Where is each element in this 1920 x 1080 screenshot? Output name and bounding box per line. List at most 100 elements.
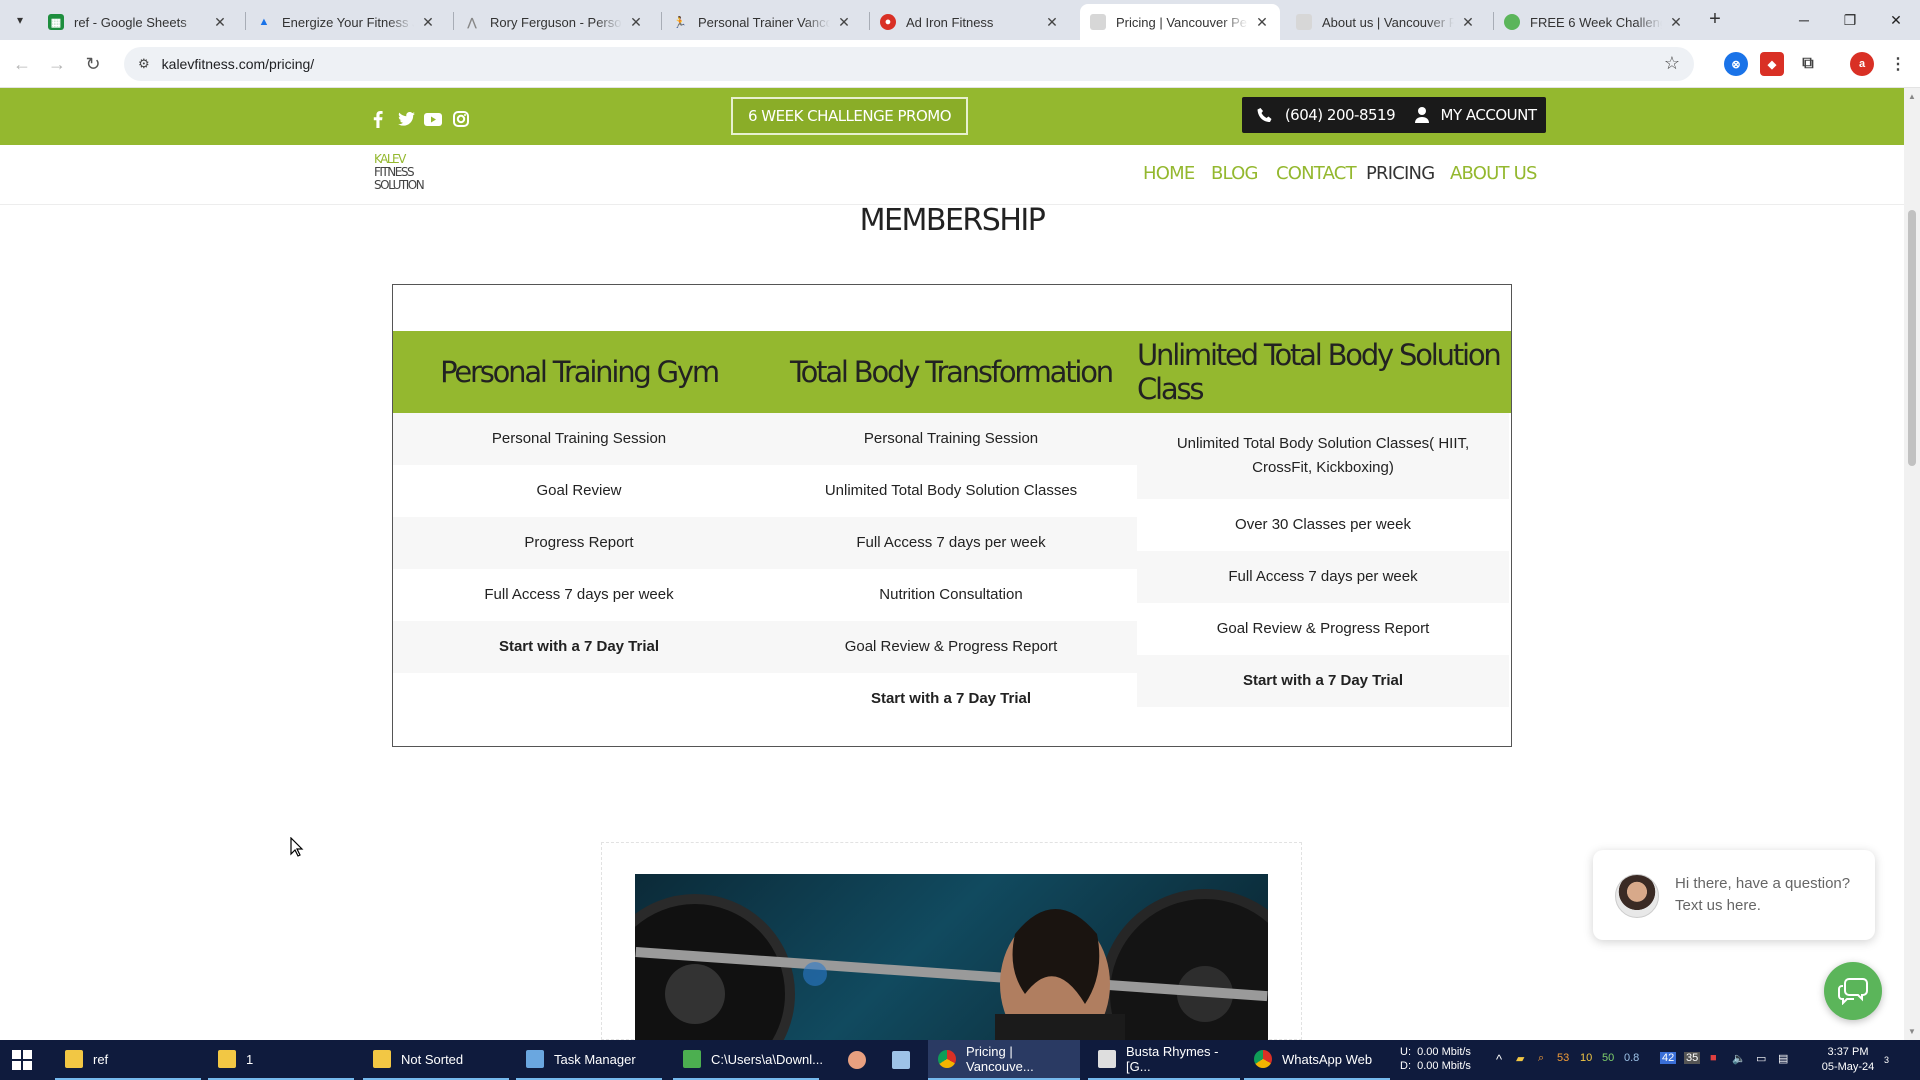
tab-google-sheets[interactable]: ▦ ref - Google Sheets ✕: [38, 4, 238, 40]
tab-title: Pricing | Vancouver Perso: [1116, 14, 1248, 30]
tray-number: 10: [1580, 1052, 1593, 1064]
tab-title: FREE 6 Week Challenge -: [1530, 14, 1662, 30]
youtube-icon[interactable]: [423, 109, 443, 129]
taskbar-chrome-pricing[interactable]: Pricing | Vancouve...: [928, 1040, 1080, 1080]
plan-feature: Full Access 7 days per week: [484, 586, 674, 603]
nav-blog[interactable]: BLOG: [1211, 163, 1258, 184]
profile-avatar[interactable]: a: [1850, 52, 1874, 76]
minimize-button[interactable]: ─: [1782, 6, 1826, 34]
address-bar[interactable]: ⚙ kalevfitness.com/pricing/ ☆: [124, 47, 1694, 81]
page-scrollbar[interactable]: ▲ ▼: [1904, 88, 1920, 1040]
six-week-challenge-promo-button[interactable]: 6 WEEK CHALLENGE PROMO: [731, 97, 968, 135]
plan-trial-link[interactable]: Start with a 7 Day Trial: [1137, 655, 1509, 707]
tab-energize-fitness[interactable]: ▲ Energize Your Fitness Jour ✕: [246, 4, 446, 40]
sheets-icon: ▦: [48, 14, 64, 30]
volume-icon[interactable]: 🔈: [1732, 1052, 1746, 1065]
avatar: [1615, 874, 1659, 918]
close-tab-icon[interactable]: ✕: [1668, 14, 1684, 31]
promo-label: 6 WEEK CHALLENGE PROMO: [747, 107, 952, 125]
close-tab-icon[interactable]: ✕: [212, 14, 228, 31]
tab-title: Personal Trainer Vancouve: [698, 14, 830, 30]
kalev-fitness-logo[interactable]: KALEV FITNESS SOLUTION: [374, 153, 425, 192]
phone-button[interactable]: (604) 200-8519: [1242, 97, 1410, 133]
scroll-down-icon[interactable]: ▼: [1908, 1027, 1916, 1036]
notification-center-icon[interactable]: 3: [1884, 1050, 1889, 1066]
taskbar-folder-1[interactable]: 1: [208, 1040, 354, 1080]
plan-trial-link[interactable]: Start with a 7 Day Trial: [393, 621, 765, 673]
clock-date: 05-May-24: [1821, 1061, 1875, 1073]
tab-ad-iron-fitness[interactable]: ● Ad Iron Fitness ✕: [870, 4, 1070, 40]
folder-icon: [218, 1050, 236, 1068]
battery-icon[interactable]: ▭: [1756, 1052, 1766, 1065]
chat-open-button[interactable]: [1824, 962, 1882, 1020]
notepad-icon: [683, 1050, 701, 1068]
url-text: kalevfitness.com/pricing/: [161, 56, 315, 72]
plan-column-unlimited-class: Unlimited Total Body Solution Classes( H…: [1137, 413, 1509, 707]
close-tab-icon[interactable]: ✕: [420, 14, 436, 31]
chat-message: Hi there, have a question? Text us here.: [1675, 875, 1851, 914]
search-icon[interactable]: ⌕: [1538, 1052, 1544, 1065]
tray-number: 0.8: [1624, 1052, 1640, 1064]
plan-column-personal-training-gym: Personal Training Session Goal Review Pr…: [393, 413, 765, 673]
nav-contact[interactable]: CONTACT: [1276, 163, 1357, 184]
facebook-icon[interactable]: [368, 109, 388, 129]
windows-start-icon[interactable]: [12, 1050, 32, 1070]
scroll-up-icon[interactable]: ▲: [1908, 92, 1916, 101]
taskbar-winamp[interactable]: Busta Rhymes - [G...: [1088, 1040, 1240, 1080]
shield-extension-icon[interactable]: ◆: [1760, 52, 1784, 76]
back-button[interactable]: ←: [8, 50, 36, 78]
tab-search-icon[interactable]: ▾: [8, 8, 32, 32]
forward-button[interactable]: →: [43, 50, 71, 78]
tab-about-us[interactable]: About us | Vancouver Per ✕: [1286, 4, 1486, 40]
twitter-icon[interactable]: [396, 109, 416, 129]
plan-name: Personal Training Gym: [440, 355, 720, 389]
tab-title: Energize Your Fitness Jour: [282, 14, 414, 30]
reload-button[interactable]: ↻: [79, 50, 107, 78]
close-window-button[interactable]: ✕: [1874, 6, 1918, 34]
folder-icon: [373, 1050, 391, 1068]
tray-alert-icon[interactable]: ■: [1710, 1052, 1717, 1064]
tab-rory-ferguson[interactable]: ⋀ Rory Ferguson - Personal ✕: [454, 4, 654, 40]
taskbar-label: Not Sorted: [401, 1051, 464, 1067]
tab-title: ref - Google Sheets: [74, 14, 187, 30]
close-tab-icon[interactable]: ✕: [836, 14, 852, 31]
nav-about-us[interactable]: ABOUT US: [1450, 163, 1537, 184]
extension-icon[interactable]: ⊗: [1724, 52, 1748, 76]
tray-overflow-icon[interactable]: ^: [1496, 1052, 1502, 1067]
restore-button[interactable]: ❐: [1828, 6, 1872, 34]
plan-trial-link[interactable]: Start with a 7 Day Trial: [765, 673, 1137, 725]
my-account-button[interactable]: MY ACCOUNT: [1405, 97, 1546, 133]
extensions-puzzle-icon[interactable]: ⧉: [1796, 52, 1820, 76]
new-tab-button[interactable]: +: [1703, 8, 1727, 32]
mouse-cursor-icon: [290, 836, 304, 862]
scrollbar-thumb[interactable]: [1908, 210, 1916, 466]
taskbar-folder-ref[interactable]: ref: [55, 1040, 201, 1080]
nav-home[interactable]: HOME: [1143, 163, 1195, 184]
chat-prompt-bubble[interactable]: Hi there, have a question? Text us here.: [1593, 850, 1875, 940]
tab-personal-trainer-vancouver[interactable]: 🏃 Personal Trainer Vancouve ✕: [662, 4, 862, 40]
instagram-icon[interactable]: [451, 109, 471, 129]
close-tab-icon[interactable]: ✕: [628, 14, 644, 31]
close-tab-icon[interactable]: ✕: [1460, 14, 1476, 31]
taskbar-app[interactable]: [838, 1040, 874, 1080]
nav-pricing[interactable]: PRICING: [1366, 163, 1435, 184]
network-icon[interactable]: ▤: [1778, 1052, 1788, 1065]
taskbar-task-manager[interactable]: Task Manager: [516, 1040, 662, 1080]
close-tab-icon[interactable]: ✕: [1044, 14, 1060, 31]
system-clock[interactable]: 3:37 PM 05-May-24: [1812, 1045, 1884, 1075]
taskbar-folder-not-sorted[interactable]: Not Sorted: [363, 1040, 509, 1080]
site-info-icon[interactable]: ⚙: [138, 56, 150, 72]
tray-number: 53: [1557, 1052, 1570, 1064]
bookmark-star-icon[interactable]: ☆: [1664, 53, 1680, 74]
chrome-icon: [1254, 1050, 1272, 1068]
tab-free-6-week-challenge[interactable]: FREE 6 Week Challenge - ✕: [1494, 4, 1694, 40]
taskbar-document[interactable]: [882, 1040, 918, 1080]
plan-feature: Unlimited Total Body Solution Classes: [824, 482, 1078, 499]
browser-menu-icon[interactable]: ⋮: [1886, 52, 1910, 76]
tray-app-icon[interactable]: ▰: [1516, 1052, 1524, 1065]
site-header: KALEV FITNESS SOLUTION HOME BLOG CONTACT…: [0, 145, 1904, 205]
taskbar-whatsapp-web[interactable]: WhatsApp Web: [1244, 1040, 1390, 1080]
close-tab-icon[interactable]: ✕: [1254, 14, 1270, 31]
taskbar-notepad[interactable]: C:\Users\a\Downl...: [673, 1040, 823, 1080]
tab-pricing-active[interactable]: Pricing | Vancouver Perso ✕: [1080, 4, 1280, 40]
